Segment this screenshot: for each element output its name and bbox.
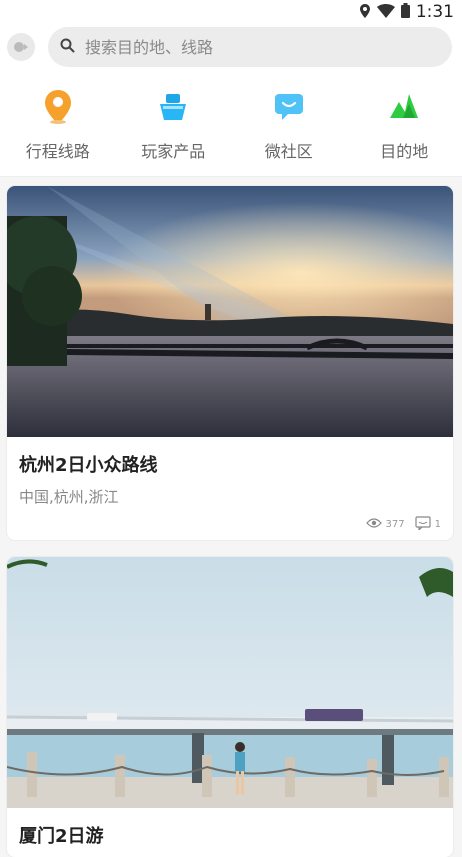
nav-label: 行程线路	[26, 138, 90, 162]
nav-item-destinations[interactable]: 目的地	[347, 74, 462, 176]
status-time: 1:31	[416, 2, 454, 22]
nav-item-products[interactable]: 玩家产品	[116, 74, 232, 176]
route-cover-image	[7, 557, 453, 808]
search-input[interactable]	[83, 37, 427, 58]
nav-item-community[interactable]: 微社区	[231, 74, 347, 176]
voice-button[interactable]	[7, 33, 35, 61]
top-bar	[0, 24, 462, 74]
comment-count: 1	[435, 519, 441, 530]
route-card[interactable]: 厦门2日游	[7, 557, 453, 857]
location-pin-icon	[41, 90, 75, 124]
route-location: 中国,杭州,浙江	[19, 486, 119, 507]
nav-item-routes[interactable]: 行程线路	[0, 74, 116, 176]
route-stats: 377 1	[366, 516, 441, 533]
category-nav: 行程线路 玩家产品 微社区 目的地	[0, 74, 462, 177]
wifi-icon	[377, 3, 395, 22]
location-status-icon	[359, 3, 371, 22]
nav-label: 微社区	[265, 138, 313, 162]
search-icon	[60, 38, 75, 57]
mountain-icon	[387, 90, 421, 124]
eye-icon	[366, 518, 382, 531]
nav-label: 玩家产品	[141, 138, 205, 162]
route-title: 杭州2日小众路线	[19, 451, 158, 477]
chat-bubble-icon	[272, 90, 306, 124]
voice-icon	[13, 41, 29, 53]
nav-label: 目的地	[380, 138, 428, 162]
route-cover-image	[7, 186, 453, 437]
battery-icon	[401, 3, 410, 22]
route-card[interactable]: 杭州2日小众路线 中国,杭州,浙江 377 1	[7, 186, 453, 540]
boat-icon	[156, 90, 190, 124]
search-bar[interactable]	[48, 27, 452, 67]
route-title: 厦门2日游	[19, 822, 104, 848]
comment-icon	[415, 516, 431, 533]
status-bar: 1:31	[0, 0, 462, 24]
view-count: 377	[386, 519, 405, 530]
